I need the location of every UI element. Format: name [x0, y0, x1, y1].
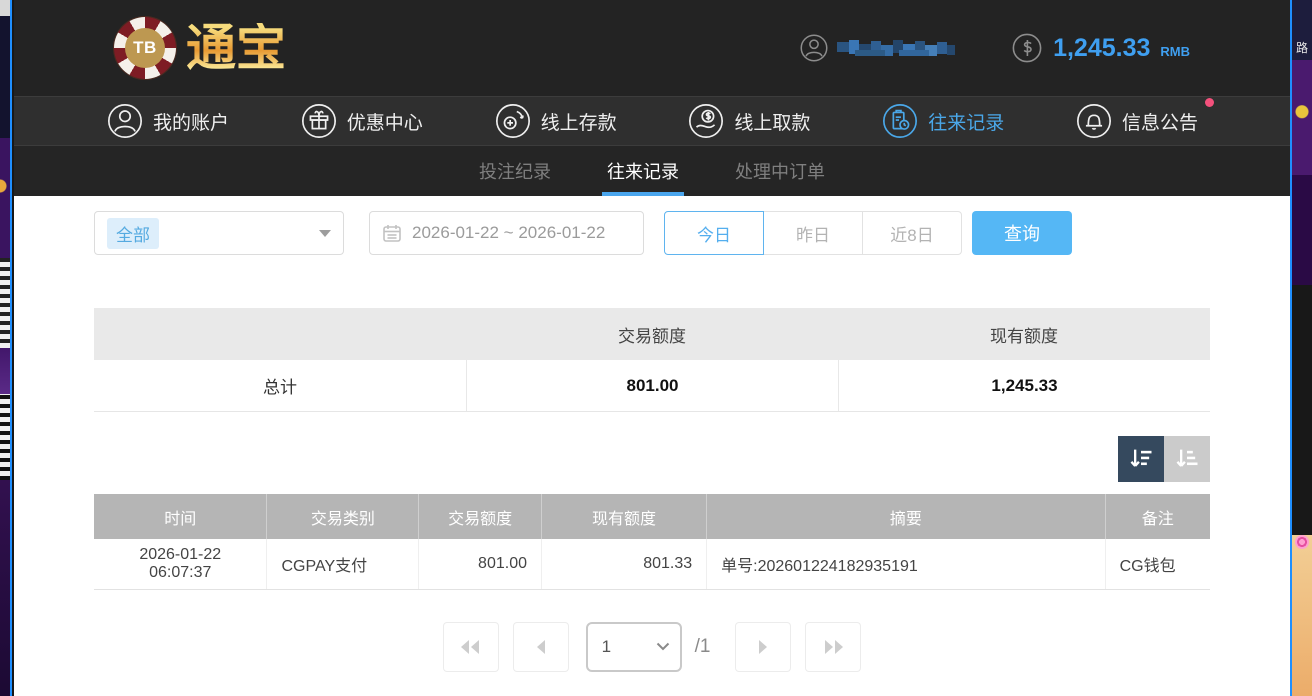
- account-area: 1,245.33 RMB: [799, 32, 1190, 64]
- records-icon: [881, 102, 919, 140]
- cell-category: CGPAY支付: [267, 539, 419, 589]
- col-header-summary: 摘要: [707, 494, 1105, 539]
- avatar-icon: [799, 33, 829, 63]
- sort-desc-icon: [1127, 445, 1155, 473]
- main-window: TB 通宝: [14, 0, 1290, 696]
- sort-descending-button[interactable]: [1118, 436, 1164, 482]
- page-total-label: /1: [695, 636, 711, 658]
- qr-code-fragment: [0, 394, 10, 480]
- nav-item-announcements[interactable]: 信息公告: [1075, 102, 1198, 140]
- brand-logo[interactable]: TB 通宝: [114, 17, 286, 79]
- nav-item-transaction-records[interactable]: 往来记录: [881, 102, 1004, 140]
- first-page-button[interactable]: [443, 622, 499, 672]
- col-header-time: 时间: [94, 494, 267, 539]
- first-page-icon: [459, 639, 483, 655]
- casino-chip-icon: TB: [114, 17, 176, 79]
- cell-time: 2026-01-22 06:07:37: [94, 539, 267, 589]
- top-header: TB 通宝: [14, 0, 1290, 96]
- date-range-value: 2026-01-22 ~ 2026-01-22: [412, 223, 605, 243]
- nav-item-withdraw[interactable]: 线上取款: [687, 102, 810, 140]
- nav-item-promotions[interactable]: 优惠中心: [300, 102, 423, 140]
- date-range-input[interactable]: 2026-01-22 ~ 2026-01-22: [369, 211, 644, 255]
- sort-asc-icon: [1173, 445, 1201, 473]
- background-page-right-edge: 路: [1290, 0, 1312, 696]
- content-area: 全部 2026-01-22 ~ 2026-01-22 今日 昨日 近8日: [14, 196, 1290, 696]
- sort-ascending-button[interactable]: [1164, 436, 1210, 482]
- record-subtabs: 投注纪录 往来记录 处理中订单: [14, 146, 1290, 196]
- cell-note: CG钱包: [1105, 539, 1210, 589]
- notification-dot: [1205, 98, 1214, 107]
- tab-pending-orders[interactable]: 处理中订单: [733, 146, 827, 196]
- nav-label: 我的账户: [153, 108, 229, 135]
- qr-code-fragment: [0, 258, 10, 348]
- next-page-button[interactable]: [735, 622, 791, 672]
- deposit-icon: [494, 102, 532, 140]
- background-text: 路: [1292, 0, 1312, 60]
- summary-header-balance: 现有额度: [838, 322, 1210, 347]
- type-filter-selected-tag: 全部: [107, 218, 159, 249]
- logged-in-user[interactable]: [799, 33, 955, 63]
- col-header-balance: 现有额度: [541, 494, 706, 539]
- sort-controls: [94, 436, 1210, 482]
- brand-name: 通宝: [186, 23, 286, 73]
- calendar-icon: [382, 223, 402, 243]
- caret-down-icon: [319, 230, 331, 237]
- balance-display[interactable]: 1,245.33 RMB: [1011, 32, 1190, 64]
- summary-balance-value: 1,245.33: [838, 360, 1210, 411]
- prev-page-button[interactable]: [513, 622, 569, 672]
- nav-item-deposit[interactable]: 线上存款: [494, 102, 617, 140]
- page-select[interactable]: 1: [586, 622, 682, 672]
- summary-table: 交易额度 现有额度 总计 801.00 1,245.33: [94, 308, 1210, 412]
- game-art-fragment: [1295, 535, 1309, 549]
- nav-label: 往来记录: [928, 108, 1004, 135]
- withdraw-icon: [687, 102, 725, 140]
- bell-icon: [1075, 102, 1113, 140]
- tab-betting-records[interactable]: 投注纪录: [477, 146, 553, 196]
- cell-balance: 801.33: [541, 539, 706, 589]
- nav-label: 优惠中心: [347, 108, 423, 135]
- summary-header-transaction: 交易额度: [466, 322, 838, 347]
- col-header-category: 交易类别: [267, 494, 419, 539]
- quick-range-8days-button[interactable]: 近8日: [862, 211, 962, 255]
- prev-page-icon: [534, 639, 548, 655]
- transactions-table-header: 时间 交易类别 交易额度 现有额度 摘要 备注: [94, 494, 1210, 539]
- transactions-table: 时间 交易类别 交易额度 现有额度 摘要 备注 2026-01-22 06:07…: [94, 494, 1210, 590]
- summary-total-row: 总计 801.00 1,245.33: [94, 360, 1210, 412]
- col-header-amount: 交易额度: [419, 494, 542, 539]
- dollar-coin-icon: [1011, 32, 1043, 64]
- summary-total-label: 总计: [94, 360, 466, 411]
- main-nav: 我的账户 优惠中心 线上存款: [14, 96, 1290, 146]
- balance-amount: 1,245.33: [1053, 34, 1150, 63]
- col-header-note: 备注: [1105, 494, 1210, 539]
- last-page-icon: [821, 639, 845, 655]
- tab-transaction-records[interactable]: 往来记录: [605, 146, 681, 196]
- cell-summary: 单号:202601224182935191: [707, 539, 1105, 589]
- nav-label: 线上存款: [541, 108, 617, 135]
- nav-item-my-account[interactable]: 我的账户: [106, 102, 229, 140]
- balance-currency: RMB: [1160, 44, 1190, 59]
- chip-monogram: TB: [125, 28, 165, 68]
- summary-transaction-value: 801.00: [466, 360, 838, 411]
- nav-label: 线上取款: [734, 108, 810, 135]
- quick-range-yesterday-button[interactable]: 昨日: [763, 211, 863, 255]
- user-icon: [106, 102, 144, 140]
- type-filter-select[interactable]: 全部: [94, 211, 344, 255]
- summary-header-row: 交易额度 现有额度: [94, 308, 1210, 360]
- quick-range-group: 今日 昨日 近8日: [664, 211, 962, 255]
- quick-range-today-button[interactable]: 今日: [664, 211, 764, 255]
- username-redacted: [837, 36, 955, 60]
- search-button[interactable]: 查询: [972, 211, 1072, 255]
- background-page-left-edge: [0, 0, 12, 696]
- pagination: 1 /1: [94, 622, 1210, 672]
- last-page-button[interactable]: [805, 622, 861, 672]
- screen: 路 TB 通宝: [0, 0, 1312, 696]
- cell-amount: 801.00: [419, 539, 542, 589]
- next-page-icon: [756, 639, 770, 655]
- filter-bar: 全部 2026-01-22 ~ 2026-01-22 今日 昨日 近8日: [94, 210, 1210, 256]
- nav-label: 信息公告: [1122, 108, 1198, 135]
- gift-icon: [300, 102, 338, 140]
- table-row: 2026-01-22 06:07:37 CGPAY支付 801.00 801.3…: [94, 539, 1210, 589]
